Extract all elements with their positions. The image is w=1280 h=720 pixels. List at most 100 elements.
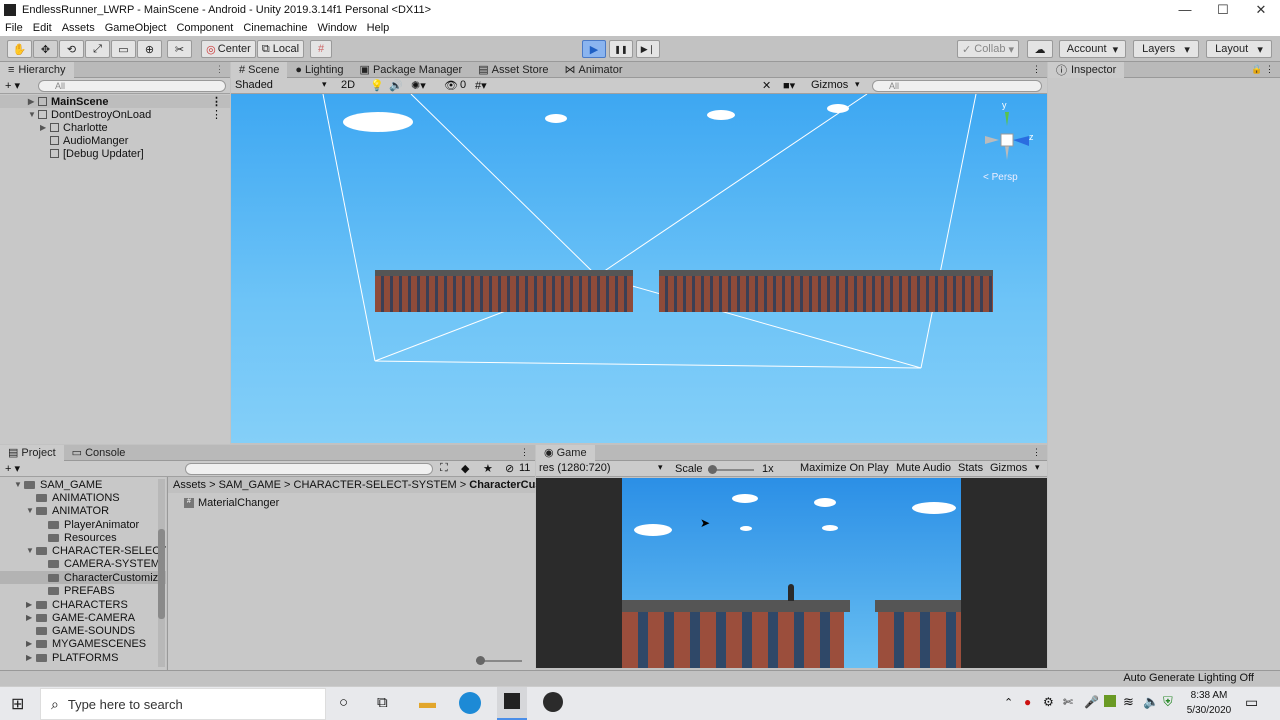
icon-size-slider[interactable] [476, 656, 522, 665]
hierarchy-item-mainscene[interactable]: ▶ MainScene ⋮ [0, 95, 230, 108]
mute-audio-toggle[interactable]: Mute Audio [896, 462, 951, 474]
menu-edit[interactable]: Edit [33, 22, 52, 34]
panel-menu-icon[interactable]: ⋮ [1032, 64, 1041, 75]
transform-tool-icon[interactable]: ⊕ [137, 40, 162, 58]
folder-animations[interactable]: ANIMATIONS [26, 491, 120, 504]
perspective-label[interactable]: < Persp [983, 172, 1018, 183]
close-button[interactable]: ✕ [1242, 2, 1280, 18]
tab-lighting[interactable]: ● Lighting [287, 62, 351, 78]
cortana-icon[interactable]: ○ [339, 694, 348, 711]
dropdown-arrow-icon[interactable]: ▾ [658, 462, 663, 473]
folder-prefabs[interactable]: PREFABS [38, 584, 115, 597]
create-dropdown[interactable]: + ▾ [5, 79, 20, 92]
panel-menu-icon[interactable]: ⋮ [215, 64, 224, 75]
file-explorer-icon[interactable]: ▬ [419, 693, 436, 713]
scale-tool-icon[interactable]: ⤢ [85, 40, 110, 58]
menu-file[interactable]: File [5, 22, 23, 34]
tools-icon[interactable]: ✕ [762, 79, 771, 92]
tab-inspector[interactable]: ⓘ Inspector [1048, 61, 1125, 78]
hierarchy-item-charlotte[interactable]: ▶ Charlotte [40, 121, 108, 134]
scene-menu-icon[interactable]: ⋮ [211, 108, 222, 121]
notification-icon[interactable]: ▭ [1245, 694, 1258, 711]
tab-project[interactable]: ▤ Project [0, 444, 64, 461]
hierarchy-item-dontdestroy[interactable]: ▼ DontDestroyOnLoad ⋮ [0, 108, 230, 122]
wifi-icon[interactable]: ≋ [1123, 694, 1134, 710]
volume-icon[interactable]: 🔈 [1143, 694, 1159, 710]
folder-game-sounds[interactable]: GAME-SOUNDS [26, 624, 135, 637]
hierarchy-search-input[interactable]: All [38, 80, 226, 92]
maximize-on-play-toggle[interactable]: Maximize On Play [800, 462, 889, 474]
tab-game[interactable]: ◉ Game [536, 444, 595, 461]
cloud-icon[interactable]: ☁ [1027, 40, 1053, 58]
scale-slider[interactable] [708, 465, 754, 474]
tray-green-icon[interactable] [1104, 695, 1116, 707]
scene-lighting-icon[interactable]: 💡 [370, 79, 384, 92]
clock-date[interactable]: 5/30/2020 [1185, 705, 1233, 716]
menu-assets[interactable]: Assets [62, 22, 95, 34]
layout-dropdown[interactable]: Layout ▾ [1206, 40, 1272, 58]
folder-animator[interactable]: ▼ ANIMATOR [26, 504, 109, 517]
layers-dropdown[interactable]: Layers ▾ [1133, 40, 1199, 58]
favorite-icon[interactable]: ★ [483, 462, 493, 475]
shading-dropdown[interactable]: Shaded [235, 79, 273, 91]
microphone-icon[interactable]: 🎤 [1084, 695, 1099, 709]
dropdown-arrow-icon[interactable]: ▾ [855, 79, 860, 90]
hidden-objects-icon[interactable]: 👁 [444, 79, 458, 92]
collab-button[interactable]: ✓ Collab ▾ [957, 40, 1019, 58]
breadcrumb-current[interactable]: CharacterCusto [469, 479, 536, 491]
play-button[interactable]: ▶ [582, 40, 606, 58]
task-view-icon[interactable]: ⧉ [377, 694, 388, 711]
resolution-dropdown[interactable]: res (1280:720) [539, 462, 611, 474]
tab-animator[interactable]: ⋈ Animator [556, 62, 630, 78]
rotate-tool-icon[interactable]: ⟲ [59, 40, 84, 58]
tray-tool-icon[interactable]: ✄ [1063, 695, 1073, 709]
breadcrumb-sam-game[interactable]: SAM_GAME [219, 479, 281, 491]
tab-package-manager[interactable]: ▣ Package Manager [352, 62, 471, 78]
hierarchy-item-audiomanger[interactable]: AudioManger [50, 134, 128, 147]
tray-chevron-icon[interactable]: ⌃ [1004, 696, 1013, 709]
scene-view[interactable]: y z < Persp [231, 94, 1047, 443]
folder-charactercustomiz[interactable]: CharacterCustomiz [0, 571, 166, 584]
step-button[interactable]: ▶❘ [636, 40, 660, 58]
tray-app-icon[interactable]: ● [1024, 695, 1031, 709]
menu-window[interactable]: Window [318, 22, 357, 34]
dropdown-arrow-icon[interactable]: ▾ [322, 79, 327, 90]
maximize-button[interactable]: ☐ [1204, 2, 1242, 18]
pivot-local-button[interactable]: ⧉ Local [257, 40, 304, 58]
clock-time[interactable]: 8:38 AM [1189, 690, 1229, 701]
effects-icon[interactable]: ✺▾ [411, 79, 426, 92]
breadcrumb-assets[interactable]: Assets [173, 479, 206, 491]
folder-sam-game[interactable]: ▼ SAM_GAME [14, 478, 102, 491]
security-icon[interactable]: ⛨ [1163, 694, 1173, 710]
panel-menu-icon[interactable]: ⋮ [1032, 447, 1041, 458]
tab-hierarchy[interactable]: ≡ Hierarchy [0, 61, 74, 78]
folder-tree-scrollbar[interactable] [158, 479, 165, 667]
stats-toggle[interactable]: Stats [958, 462, 983, 474]
menu-gameobject[interactable]: GameObject [105, 22, 167, 34]
folder-resources[interactable]: Resources [38, 531, 117, 544]
minimize-button[interactable]: — [1166, 2, 1204, 18]
audio-icon[interactable]: 🔊 [389, 79, 403, 92]
lock-icon[interactable]: 🔒 ⋮ [1251, 64, 1274, 75]
taskbar-visual-studio[interactable] [497, 687, 527, 720]
game-gizmos-dropdown[interactable]: Gizmos [990, 462, 1027, 474]
edge-icon[interactable] [459, 692, 481, 714]
move-tool-icon[interactable]: ✥ [33, 40, 58, 58]
scene-search-input[interactable]: All [872, 80, 1042, 92]
grid-icon[interactable]: #▾ [475, 79, 487, 92]
folder-mygamescenes[interactable]: ▶ MYGAMESCENES [26, 637, 146, 650]
account-dropdown[interactable]: Account ▾ [1059, 40, 1126, 58]
dropdown-arrow-icon[interactable]: ▾ [1035, 462, 1040, 473]
windows-start-icon[interactable]: ⊞ [11, 694, 24, 714]
hidden-packages-icon[interactable]: ⊘ [505, 462, 514, 475]
game-viewport[interactable]: ➤ [622, 478, 961, 668]
menu-component[interactable]: Component [176, 22, 233, 34]
filter-type-icon[interactable]: ⛶ [440, 462, 448, 475]
grid-snap-icon[interactable]: # [310, 40, 332, 58]
toggle-2d-button[interactable]: 2D [341, 79, 355, 91]
pause-button[interactable]: ❚❚ [609, 40, 633, 58]
folder-playeranimator[interactable]: PlayerAnimator [38, 518, 139, 531]
filter-label-icon[interactable]: ◆ [461, 462, 469, 475]
gizmos-dropdown[interactable]: Gizmos [811, 79, 848, 91]
pivot-center-button[interactable]: ◎ Center [201, 40, 256, 58]
